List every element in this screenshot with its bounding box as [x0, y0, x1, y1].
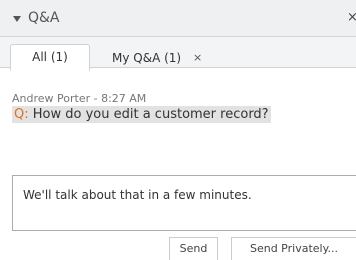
- collapse-triangle-icon[interactable]: [13, 15, 21, 22]
- send-button[interactable]: Send: [169, 237, 218, 260]
- question-prefix: Q:: [14, 107, 29, 122]
- question-text: How do you edit a customer record?: [32, 107, 269, 122]
- qa-panel-header: Q&A ×: [0, 0, 356, 37]
- close-panel-icon[interactable]: ×: [347, 10, 356, 25]
- tab-close-icon[interactable]: ×: [193, 51, 202, 64]
- tab-all[interactable]: All (1): [10, 44, 90, 71]
- send-privately-button[interactable]: Send Privately...: [231, 237, 356, 260]
- panel-title: Q&A: [28, 10, 60, 26]
- qa-panel-toggle[interactable]: Q&A: [13, 10, 60, 26]
- reply-input[interactable]: We'll talk about that in a few minutes.: [13, 176, 353, 228]
- tab-my-qa[interactable]: My Q&A (1): [112, 47, 181, 69]
- reply-box: We'll talk about that in a few minutes.: [12, 175, 356, 231]
- question-item: Q: How do you edit a customer record?: [12, 106, 271, 123]
- message-author-time: Andrew Porter - 8:27 AM: [12, 92, 147, 105]
